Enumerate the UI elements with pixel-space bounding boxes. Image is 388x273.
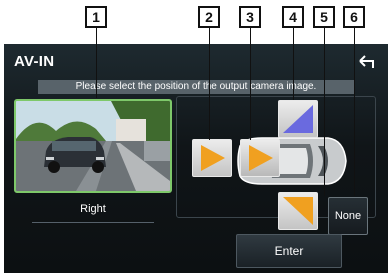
back-arrow-icon[interactable]: [356, 50, 378, 72]
instruction-banner: Please select the position of the output…: [38, 80, 354, 94]
position-right-button[interactable]: [278, 192, 318, 230]
enter-button[interactable]: Enter: [236, 234, 342, 268]
callout-1-leader: [96, 28, 97, 98]
position-rear-button[interactable]: [240, 139, 280, 177]
av-in-screen: AV-IN Please select the position of the …: [4, 44, 388, 273]
position-front-button[interactable]: [192, 139, 232, 177]
callout-3: 3: [239, 6, 261, 28]
callout-5: 5: [313, 6, 335, 28]
selected-underline: [32, 222, 154, 223]
camera-preview: [14, 99, 172, 193]
callout-2-leader: [209, 28, 210, 140]
selected-position-label: Right: [80, 203, 106, 215]
position-none-button[interactable]: None: [328, 197, 368, 235]
callout-6: 6: [343, 6, 365, 28]
position-left-button[interactable]: [278, 100, 318, 138]
callout-4-leader: [293, 28, 294, 100]
screen-title: AV-IN: [14, 53, 55, 70]
callout-6-leader: [354, 28, 355, 196]
callout-4: 4: [282, 6, 304, 28]
callout-1: 1: [85, 6, 107, 28]
callout-2: 2: [198, 6, 220, 28]
callout-5-leader: [324, 28, 325, 196]
callout-3-leader: [250, 28, 251, 140]
